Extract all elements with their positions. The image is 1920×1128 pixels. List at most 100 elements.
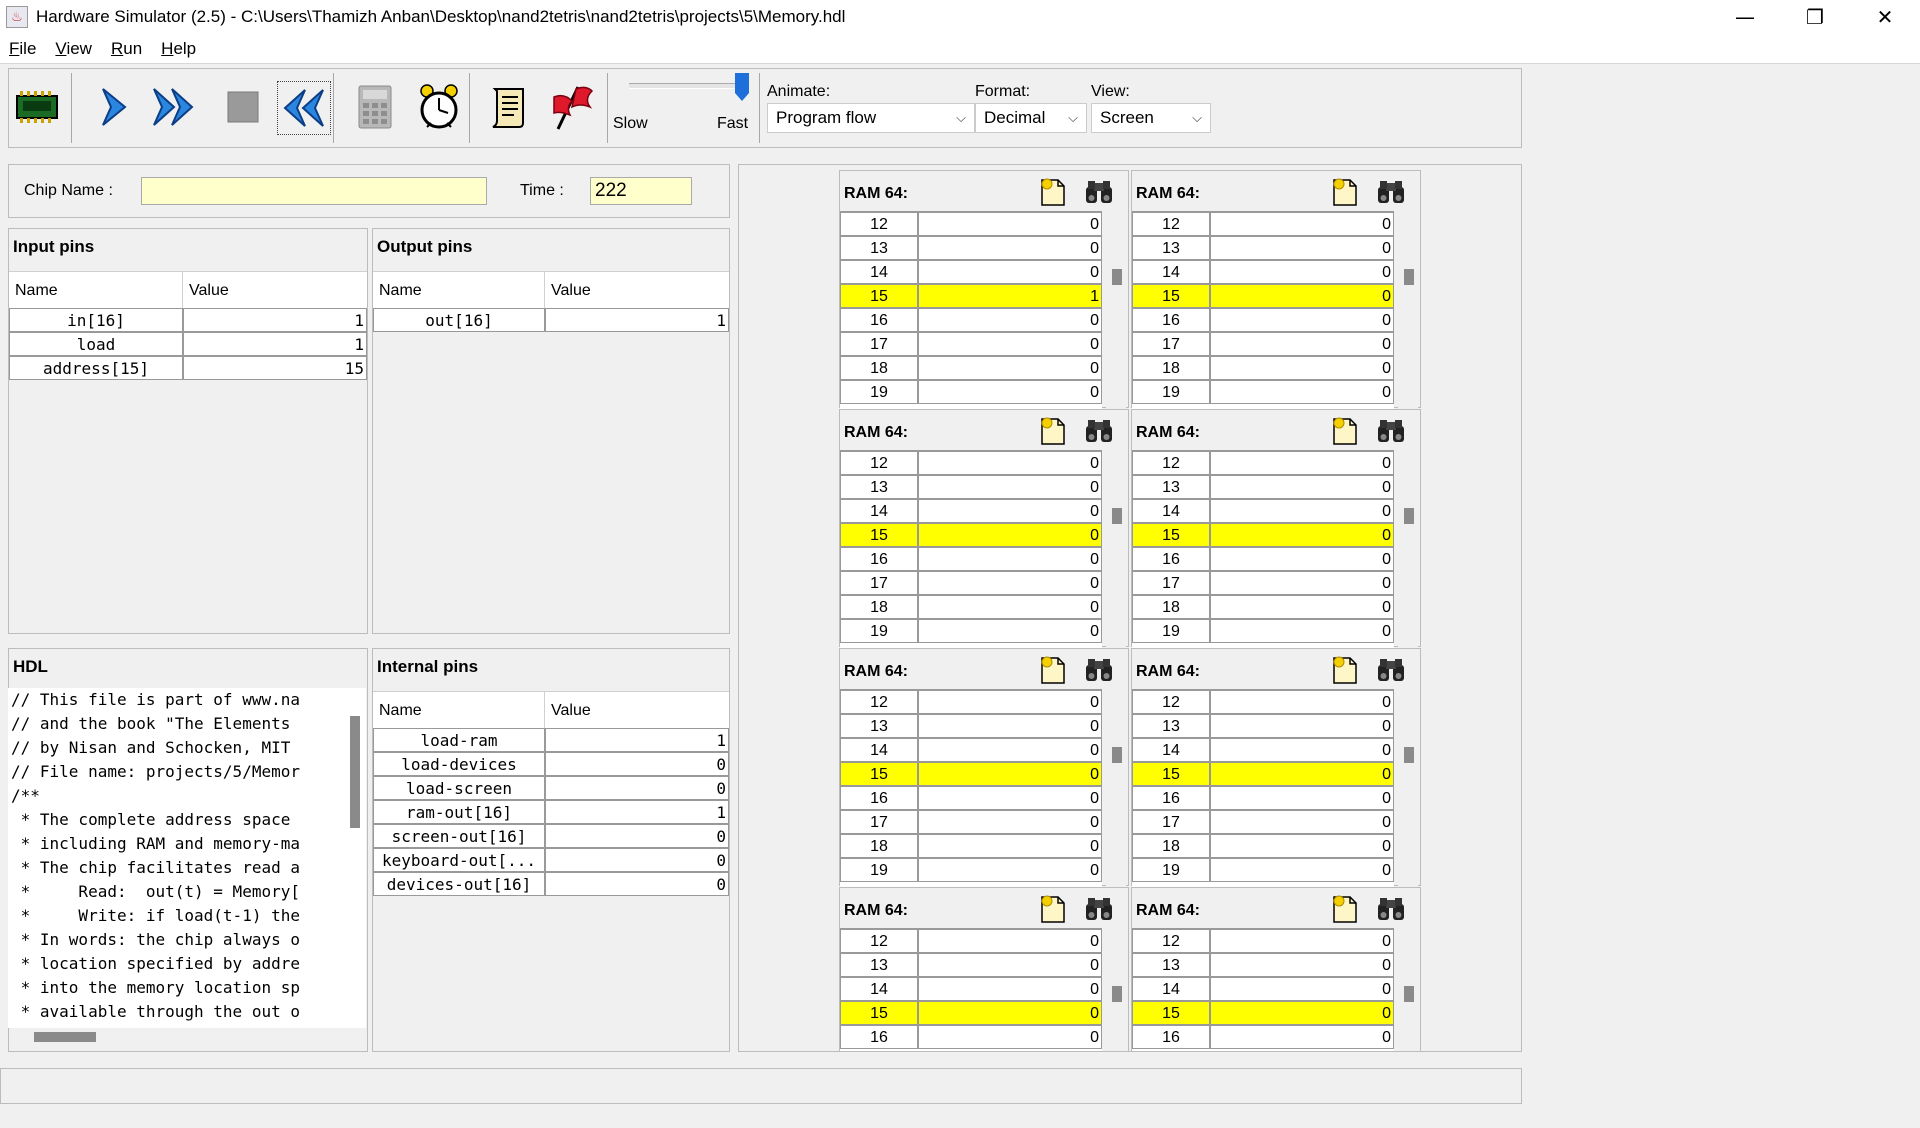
ram-value[interactable]: 0 <box>918 308 1102 332</box>
pin-value[interactable]: 1 <box>183 308 367 332</box>
ram-scrollbar-thumb[interactable] <box>1404 269 1414 285</box>
ram-scrollbar-thumb[interactable] <box>1112 747 1122 763</box>
pin-value[interactable]: 0 <box>545 848 729 872</box>
ram-scrollbar[interactable] <box>1106 928 1126 1051</box>
ram-value[interactable]: 0 <box>1210 810 1394 834</box>
search-binoculars-icon[interactable] <box>1376 655 1406 685</box>
hdl-text-area[interactable]: // This file is part of www.na // and the… <box>8 688 366 1028</box>
ram-value[interactable]: 0 <box>1210 260 1394 284</box>
load-file-icon[interactable] <box>1330 416 1360 446</box>
animate-select[interactable]: Program flow ⌵ <box>767 103 975 133</box>
hdl-vertical-scrollbar[interactable] <box>350 716 360 828</box>
pin-value[interactable]: 0 <box>545 824 729 848</box>
ram-value[interactable]: 0 <box>1210 834 1394 858</box>
ram-scrollbar[interactable] <box>1398 689 1418 887</box>
stop-button[interactable] <box>217 81 269 133</box>
ram-value[interactable]: 0 <box>918 690 1102 714</box>
pin-value[interactable]: 1 <box>545 800 729 824</box>
ram-value[interactable]: 0 <box>1210 1001 1394 1025</box>
search-binoculars-icon[interactable] <box>1084 416 1114 446</box>
ram-value[interactable]: 0 <box>918 1025 1102 1049</box>
chip-name-field[interactable] <box>141 177 487 205</box>
search-binoculars-icon[interactable] <box>1084 894 1114 924</box>
ram-scrollbar[interactable] <box>1398 450 1418 648</box>
ram-value[interactable]: 0 <box>918 571 1102 595</box>
view-select[interactable]: Screen ⌵ <box>1091 103 1211 133</box>
ram-value[interactable]: 0 <box>918 595 1102 619</box>
ram-value[interactable]: 0 <box>1210 977 1394 1001</box>
ram-scrollbar[interactable] <box>1398 928 1418 1051</box>
load-file-icon[interactable] <box>1038 655 1068 685</box>
ram-value[interactable]: 0 <box>1210 571 1394 595</box>
ram-value[interactable]: 0 <box>1210 858 1394 882</box>
ram-value[interactable]: 0 <box>1210 953 1394 977</box>
load-file-icon[interactable] <box>1038 416 1068 446</box>
single-step-button[interactable] <box>89 81 141 133</box>
ram-value[interactable]: 0 <box>918 834 1102 858</box>
ram-value[interactable]: 0 <box>1210 690 1394 714</box>
ram-value[interactable]: 0 <box>918 260 1102 284</box>
ram-scrollbar-thumb[interactable] <box>1112 986 1122 1002</box>
ram-value[interactable]: 0 <box>918 762 1102 786</box>
ram-value[interactable]: 0 <box>1210 619 1394 643</box>
ram-value[interactable]: 0 <box>918 547 1102 571</box>
ram-value[interactable]: 0 <box>918 977 1102 1001</box>
ram-value[interactable]: 0 <box>1210 523 1394 547</box>
load-file-icon[interactable] <box>1330 894 1360 924</box>
load-file-icon[interactable] <box>1330 655 1360 685</box>
search-binoculars-icon[interactable] <box>1376 894 1406 924</box>
ram-value[interactable]: 0 <box>1210 547 1394 571</box>
ram-scrollbar-thumb[interactable] <box>1404 986 1414 1002</box>
hdl-horizontal-scrollbar[interactable] <box>34 1032 96 1042</box>
ram-value[interactable]: 0 <box>918 236 1102 260</box>
ram-value[interactable]: 0 <box>918 714 1102 738</box>
search-binoculars-icon[interactable] <box>1376 416 1406 446</box>
format-select[interactable]: Decimal ⌵ <box>975 103 1087 133</box>
reset-button[interactable] <box>277 81 331 135</box>
pin-value[interactable]: 1 <box>545 308 729 332</box>
ram-value[interactable]: 0 <box>918 332 1102 356</box>
pin-value[interactable]: 15 <box>183 356 367 380</box>
run-button[interactable] <box>149 81 201 133</box>
ram-value[interactable]: 1 <box>918 284 1102 308</box>
ram-value[interactable]: 0 <box>918 356 1102 380</box>
menu-help[interactable]: Help <box>161 39 196 59</box>
ram-value[interactable]: 0 <box>918 929 1102 953</box>
ram-scrollbar[interactable] <box>1106 689 1126 887</box>
menu-file[interactable]: File <box>9 39 36 59</box>
ram-scrollbar[interactable] <box>1106 211 1126 409</box>
close-button[interactable]: ✕ <box>1850 0 1920 34</box>
tick-tock-button[interactable] <box>413 81 465 133</box>
ram-value[interactable]: 0 <box>918 499 1102 523</box>
speed-slider-thumb[interactable] <box>735 73 749 103</box>
ram-value[interactable]: 0 <box>918 810 1102 834</box>
menu-run[interactable]: Run <box>111 39 142 59</box>
speed-slider-track[interactable] <box>629 83 749 89</box>
ram-value[interactable]: 0 <box>1210 236 1394 260</box>
ram-value[interactable]: 0 <box>918 380 1102 404</box>
breakpoints-button[interactable] <box>545 81 597 133</box>
pin-value[interactable]: 1 <box>545 728 729 752</box>
menu-view[interactable]: View <box>55 39 92 59</box>
ram-value[interactable]: 0 <box>918 212 1102 236</box>
ram-value[interactable]: 0 <box>918 475 1102 499</box>
load-script-button[interactable] <box>483 81 535 133</box>
pin-value[interactable]: 0 <box>545 872 729 896</box>
ram-value[interactable]: 0 <box>1210 380 1394 404</box>
ram-scrollbar[interactable] <box>1398 211 1418 409</box>
search-binoculars-icon[interactable] <box>1376 177 1406 207</box>
ram-value[interactable]: 0 <box>1210 356 1394 380</box>
load-file-icon[interactable] <box>1330 177 1360 207</box>
load-file-icon[interactable] <box>1038 177 1068 207</box>
ram-value[interactable]: 0 <box>1210 1025 1394 1049</box>
ram-value[interactable]: 0 <box>918 619 1102 643</box>
ram-value[interactable]: 0 <box>918 858 1102 882</box>
ram-value[interactable]: 0 <box>1210 451 1394 475</box>
ram-value[interactable]: 0 <box>1210 929 1394 953</box>
ram-value[interactable]: 0 <box>918 523 1102 547</box>
ram-value[interactable]: 0 <box>1210 738 1394 762</box>
ram-value[interactable]: 0 <box>1210 284 1394 308</box>
ram-scrollbar-thumb[interactable] <box>1112 269 1122 285</box>
load-file-icon[interactable] <box>1038 894 1068 924</box>
load-chip-button[interactable] <box>11 81 63 133</box>
